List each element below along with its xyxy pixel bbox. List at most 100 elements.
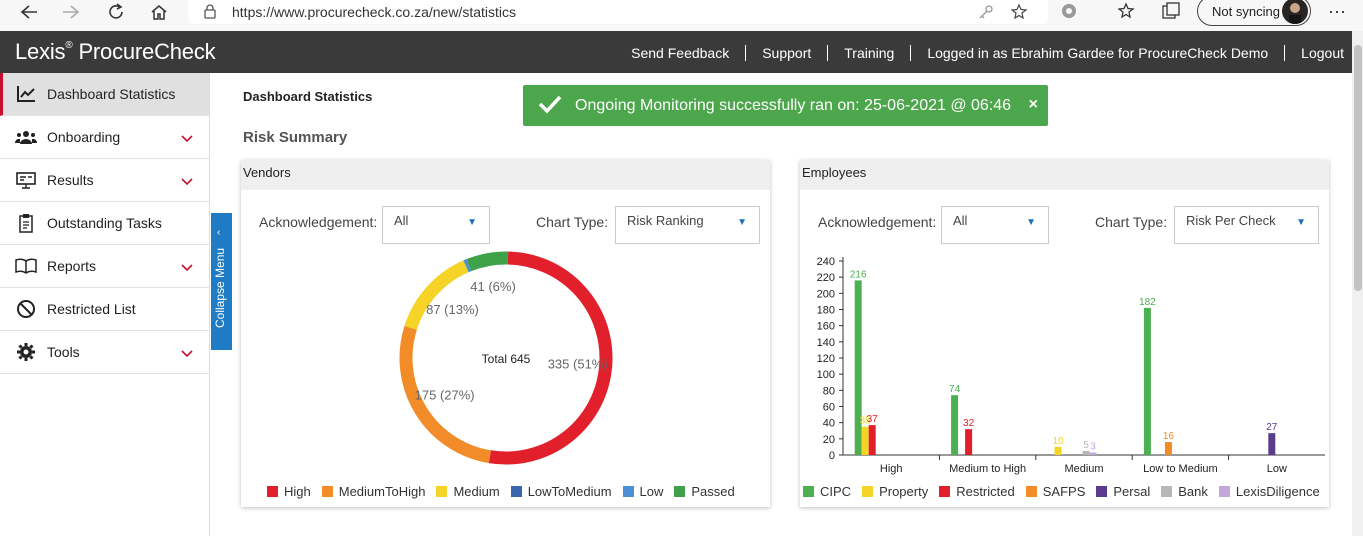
employees-panel-header: Employees [800, 160, 1329, 190]
legend-item-property[interactable]: Property [862, 484, 928, 499]
bar-safps[interactable] [1164, 442, 1172, 455]
bar-cipc[interactable] [1143, 307, 1151, 455]
header-links: Send Feedback Support Training Logged in… [615, 45, 1344, 61]
add-favorite-icon[interactable] [1010, 3, 1029, 26]
x-tick-label: Medium to High [949, 463, 1026, 475]
more-icon[interactable]: ⋯ [1328, 2, 1346, 23]
forward-icon[interactable] [56, 0, 86, 24]
page-scrollbar[interactable] [1352, 31, 1363, 536]
sidebar-item-label: Tools [47, 344, 80, 360]
users-icon [15, 127, 37, 147]
donut-slice-low[interactable] [463, 259, 472, 273]
y-tick-label: 160 [817, 321, 835, 333]
donut-slice-medium[interactable] [404, 260, 469, 330]
legend-item-safps[interactable]: SAFPS [1025, 484, 1085, 499]
bar-data-label: 182 [1139, 297, 1156, 308]
training-link[interactable]: Training [828, 45, 912, 61]
select-value: All [953, 213, 968, 228]
x-tick-label: High [880, 463, 903, 475]
legend-item-persal[interactable]: Persal [1096, 484, 1150, 499]
legend-swatch [436, 486, 448, 497]
check-icon [538, 94, 562, 119]
close-icon[interactable]: × [1029, 96, 1038, 114]
ack-label: Acknowledgement: [818, 214, 937, 230]
bar-data-label: 16 [1163, 431, 1175, 442]
sidebar-item-tools[interactable]: Tools [0, 331, 209, 374]
chevron-down-icon[interactable] [181, 345, 193, 358]
sidebar-item-restricted-list[interactable]: Restricted List [0, 288, 209, 331]
legend-item-mediumtohigh[interactable]: MediumToHigh [321, 484, 425, 499]
bar-restricted[interactable] [868, 425, 876, 455]
legend-item-lowtomedium[interactable]: LowToMedium [510, 484, 612, 499]
legend-item-lexisdiligence[interactable]: LexisDiligence [1218, 484, 1320, 499]
legend-item-low[interactable]: Low [622, 484, 663, 499]
legend-item-bank[interactable]: Bank [1161, 484, 1208, 499]
scroll-thumb[interactable] [1354, 45, 1362, 291]
home-icon[interactable] [144, 0, 174, 24]
y-tick-label: 220 [817, 272, 835, 284]
collapse-menu-button[interactable]: ‹ Collapse Menu [211, 213, 232, 350]
legend-swatch [321, 486, 333, 497]
key-icon[interactable] [978, 4, 994, 25]
sidebar-item-results[interactable]: Results [0, 159, 209, 202]
donut-slice-passed[interactable] [466, 251, 509, 272]
employees-ack-select[interactable]: All ▼ [941, 206, 1049, 244]
bar-cipc[interactable] [854, 280, 862, 455]
sidebar-item-reports[interactable]: Reports [0, 245, 209, 288]
legend-label: Medium [453, 484, 500, 499]
address-bar[interactable]: https://www.procurecheck.co.za/new/stati… [188, 0, 1048, 24]
legend-label: Bank [1178, 484, 1208, 499]
legend-item-passed[interactable]: Passed [674, 484, 735, 499]
chevron-down-icon[interactable] [181, 130, 193, 143]
sidebar-item-label: Onboarding [47, 129, 121, 145]
collections-icon[interactable] [1161, 2, 1181, 25]
avatar [1282, 0, 1308, 24]
brand-logo[interactable]: Lexis® ProcureCheck [15, 39, 216, 65]
legend-item-medium[interactable]: Medium [436, 484, 500, 499]
url-text: https://www.procurecheck.co.za/new/stati… [232, 4, 516, 20]
sidebar-item-label: Outstanding Tasks [47, 215, 162, 231]
sidebar-item-dashboard-statistics[interactable]: Dashboard Statistics [0, 73, 209, 116]
y-tick-label: 200 [817, 288, 835, 300]
bar-cipc[interactable] [951, 395, 959, 455]
bar-persal[interactable] [1268, 433, 1276, 455]
bar-data-label: 74 [949, 384, 961, 395]
vendors-ack-select[interactable]: All ▼ [382, 206, 490, 244]
legend-item-cipc[interactable]: CIPC [803, 484, 851, 499]
sidebar-item-onboarding[interactable]: Onboarding [0, 116, 209, 159]
favorites-icon[interactable] [1117, 2, 1136, 25]
chevron-down-icon[interactable] [181, 173, 193, 186]
donut-data-label: 175 (27%) [415, 388, 475, 403]
legend-label: LowToMedium [527, 484, 612, 499]
support-link[interactable]: Support [746, 45, 829, 61]
send-feedback-link[interactable]: Send Feedback [615, 45, 747, 61]
legend-item-high[interactable]: High [267, 484, 311, 499]
back-icon[interactable] [14, 0, 44, 24]
bar-bank[interactable] [1082, 450, 1090, 455]
sidebar-item-label: Dashboard Statistics [47, 86, 176, 102]
x-tick-label: Low to Medium [1143, 463, 1218, 475]
logout-link[interactable]: Logout [1285, 45, 1344, 61]
y-tick-label: 60 [823, 402, 835, 414]
vendors-chart-type-select[interactable]: Risk Ranking ▼ [615, 206, 760, 244]
reload-icon[interactable] [101, 0, 131, 24]
x-tick-label: Medium [1064, 463, 1103, 475]
bar-restricted[interactable] [965, 429, 973, 455]
sidebar-item-outstanding-tasks[interactable]: Outstanding Tasks [0, 202, 209, 245]
x-tick-label: Low [1267, 463, 1287, 475]
gear-icon [15, 342, 37, 362]
extension-icon[interactable] [1060, 2, 1078, 25]
bar-property[interactable] [1054, 446, 1062, 455]
y-tick-label: 40 [823, 418, 835, 430]
sync-button[interactable]: Not syncing [1197, 0, 1311, 26]
sidebar-item-label: Reports [47, 258, 97, 274]
bar-data-label: 5 [1083, 440, 1089, 451]
chevron-down-icon[interactable] [181, 259, 193, 272]
employees-chart-type-select[interactable]: Risk Per Check ▼ [1174, 206, 1319, 244]
bar-property[interactable] [861, 426, 869, 455]
y-tick-label: 140 [817, 337, 835, 349]
legend-item-restricted[interactable]: Restricted [939, 484, 1015, 499]
legend-swatch [622, 486, 634, 497]
bar-lexisdiligence[interactable] [1089, 452, 1097, 455]
y-tick-label: 120 [817, 353, 835, 365]
